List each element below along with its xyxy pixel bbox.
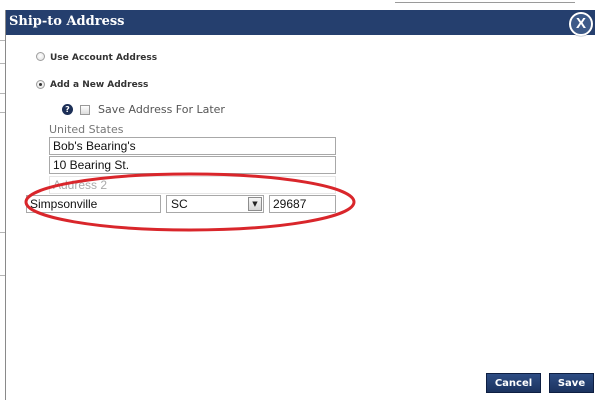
use-account-address-radio[interactable] (36, 52, 45, 61)
cancel-button[interactable]: Cancel (486, 373, 541, 393)
use-account-address-label[interactable]: Use Account Address (50, 52, 157, 64)
address1-field[interactable]: 10 Bearing St. (49, 156, 336, 174)
country-label: United States (49, 123, 124, 136)
save-button[interactable]: Save (549, 373, 594, 393)
add-new-address-radio[interactable] (36, 80, 45, 89)
city-field[interactable]: Simpsonville (26, 195, 161, 213)
dialog-titlebar: Ship-to Address X (6, 10, 595, 36)
zip-field[interactable]: 29687 (269, 195, 336, 213)
close-icon[interactable]: X (569, 12, 593, 36)
dialog-title: Ship-to Address (9, 14, 125, 29)
name-field[interactable]: Bob's Bearing's (49, 137, 336, 155)
save-address-checkbox[interactable] (80, 105, 90, 115)
page: Ship-to Address X Use Account Address Ad… (0, 0, 595, 400)
help-icon[interactable]: ? (62, 104, 73, 115)
state-select[interactable]: SC ▼ (166, 195, 264, 213)
dropdown-arrow-icon[interactable]: ▼ (248, 197, 262, 211)
state-value: SC (171, 197, 188, 211)
ship-to-address-dialog: Ship-to Address X Use Account Address Ad… (5, 10, 595, 400)
background-line (395, 2, 575, 3)
add-new-address-label[interactable]: Add a New Address (50, 79, 148, 91)
save-address-label[interactable]: Save Address For Later (98, 103, 225, 117)
address2-field[interactable]: Address 2 (49, 176, 336, 194)
